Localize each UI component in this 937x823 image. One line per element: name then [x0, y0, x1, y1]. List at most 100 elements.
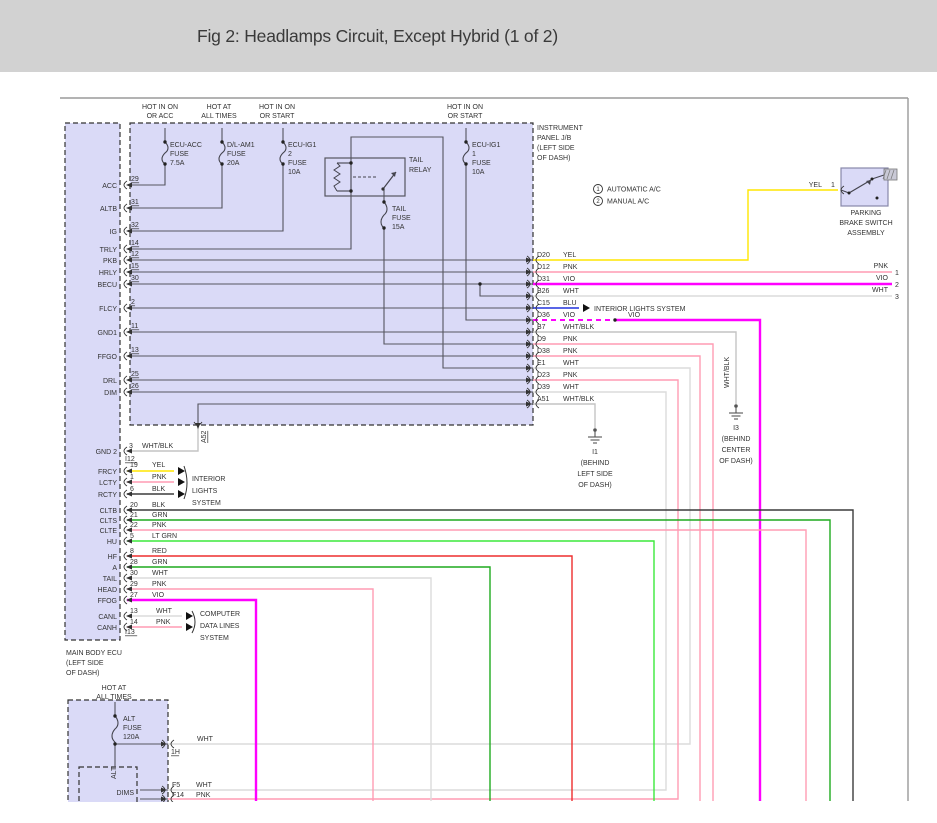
- wire-clte-pnk: [127, 530, 806, 801]
- label: ECU-ACC: [170, 142, 202, 149]
- wire-a51-whtblk: [533, 404, 595, 428]
- label: BRAKE SWITCH: [839, 220, 892, 227]
- junction-dot: [163, 162, 166, 165]
- label: OR START: [260, 113, 295, 120]
- label: 3: [129, 443, 133, 450]
- label: 3: [895, 294, 899, 301]
- junction-dot: [478, 282, 481, 285]
- wiring-diagram: I1(BEHINDLEFT SIDEOF DASH)I3(BEHINDCENTE…: [0, 72, 937, 818]
- label: BLK: [152, 502, 166, 509]
- label: PARKING: [851, 210, 882, 217]
- label: SYSTEM: [192, 500, 221, 507]
- label: I13: [125, 629, 135, 636]
- label: (LEFT SIDE: [66, 660, 104, 667]
- label: 1: [831, 182, 835, 189]
- label: 20: [130, 502, 138, 509]
- label: WHT/BLK: [563, 396, 594, 403]
- system-arrow-icon: [583, 304, 590, 312]
- connector-a52-arrow: [196, 423, 201, 429]
- label: IG: [110, 229, 117, 236]
- label: B26: [537, 288, 550, 295]
- label: YEL: [152, 462, 165, 469]
- label: ECU-IG1: [288, 142, 317, 149]
- label: HOT IN ON: [142, 104, 178, 111]
- label: 26: [131, 383, 139, 390]
- label: LIGHTS: [192, 488, 218, 495]
- label: 2: [895, 282, 899, 289]
- label: ALL TIMES: [96, 694, 132, 701]
- label: 2: [288, 151, 292, 158]
- label: PNK: [563, 264, 578, 271]
- label: FUSE: [123, 725, 142, 732]
- label: 19: [130, 462, 138, 469]
- pin-arrow-left: [126, 229, 132, 234]
- label: 11: [131, 323, 138, 330]
- label: 14: [130, 619, 138, 626]
- ground-i1-label: LEFT SIDE: [577, 471, 613, 478]
- wire-hu-ltgrn: [127, 541, 654, 801]
- label: PNK: [196, 792, 211, 799]
- label: SYSTEM: [200, 635, 229, 642]
- pin-arrow-left: [126, 183, 132, 188]
- pin-arrow-left: [126, 306, 132, 311]
- label: HRLY: [99, 270, 117, 277]
- junction-dot: [382, 226, 385, 229]
- label: HOT IN ON: [447, 104, 483, 111]
- label: OR START: [448, 113, 483, 120]
- label: DRL: [103, 378, 117, 385]
- label: 27: [130, 592, 138, 599]
- label: 13: [130, 608, 138, 615]
- pin-arrow-left: [126, 258, 132, 263]
- bottom-clip: [0, 802, 937, 818]
- label: 1: [472, 151, 476, 158]
- junction-dot: [163, 140, 166, 143]
- label: D12: [537, 264, 550, 271]
- label: WHT: [563, 384, 580, 391]
- label: 30: [130, 570, 138, 577]
- label: D20: [537, 252, 550, 259]
- label: ALL TIMES: [201, 113, 237, 120]
- label: D38: [537, 348, 550, 355]
- label: GND1: [98, 330, 118, 337]
- junction-dot: [349, 161, 352, 164]
- label: 30: [131, 275, 139, 282]
- system-arrow-icon: [178, 467, 185, 475]
- label: PNK: [152, 522, 167, 529]
- label: FUSE: [227, 151, 246, 158]
- label: 2: [131, 299, 135, 306]
- junction-dot: [220, 140, 223, 143]
- label: C15: [537, 300, 550, 307]
- label: PANEL J/B: [537, 135, 572, 142]
- label: OR ACC: [147, 113, 174, 120]
- figure-title: Fig 2: Headlamps Circuit, Except Hybrid …: [197, 26, 558, 47]
- label: (LEFT SIDE: [537, 145, 575, 152]
- label: 20A: [227, 160, 240, 167]
- brace: [192, 611, 195, 633]
- label: FFOG: [98, 598, 117, 605]
- label: GRN: [152, 512, 168, 519]
- system-arrow-icon: [186, 612, 193, 620]
- parking-brake-switch-box: [841, 168, 888, 206]
- label: YEL: [563, 252, 576, 259]
- figure-title-bar: Fig 2: Headlamps Circuit, Except Hybrid …: [0, 0, 937, 72]
- ground-i3-label: (BEHIND: [722, 436, 751, 443]
- junction-dot: [113, 714, 116, 717]
- label: CANH: [97, 625, 117, 632]
- label: FRCY: [98, 469, 117, 476]
- ground-i3-label: CENTER: [722, 447, 751, 454]
- label: 13: [131, 347, 139, 354]
- ground-i1-label: (BEHIND: [581, 460, 610, 467]
- wire-hf-red: [127, 556, 572, 801]
- label: 6: [130, 486, 134, 493]
- label: PNK: [563, 336, 578, 343]
- label: FLCY: [99, 306, 117, 313]
- label: E1: [537, 360, 546, 367]
- label: RCTY: [98, 492, 117, 499]
- junction-dot: [281, 162, 284, 165]
- label: D31: [537, 276, 550, 283]
- junction-dot: [382, 200, 385, 203]
- label: TAIL: [409, 157, 423, 164]
- label: YEL: [809, 182, 822, 189]
- label: D23: [537, 372, 550, 379]
- label: A51: [537, 396, 550, 403]
